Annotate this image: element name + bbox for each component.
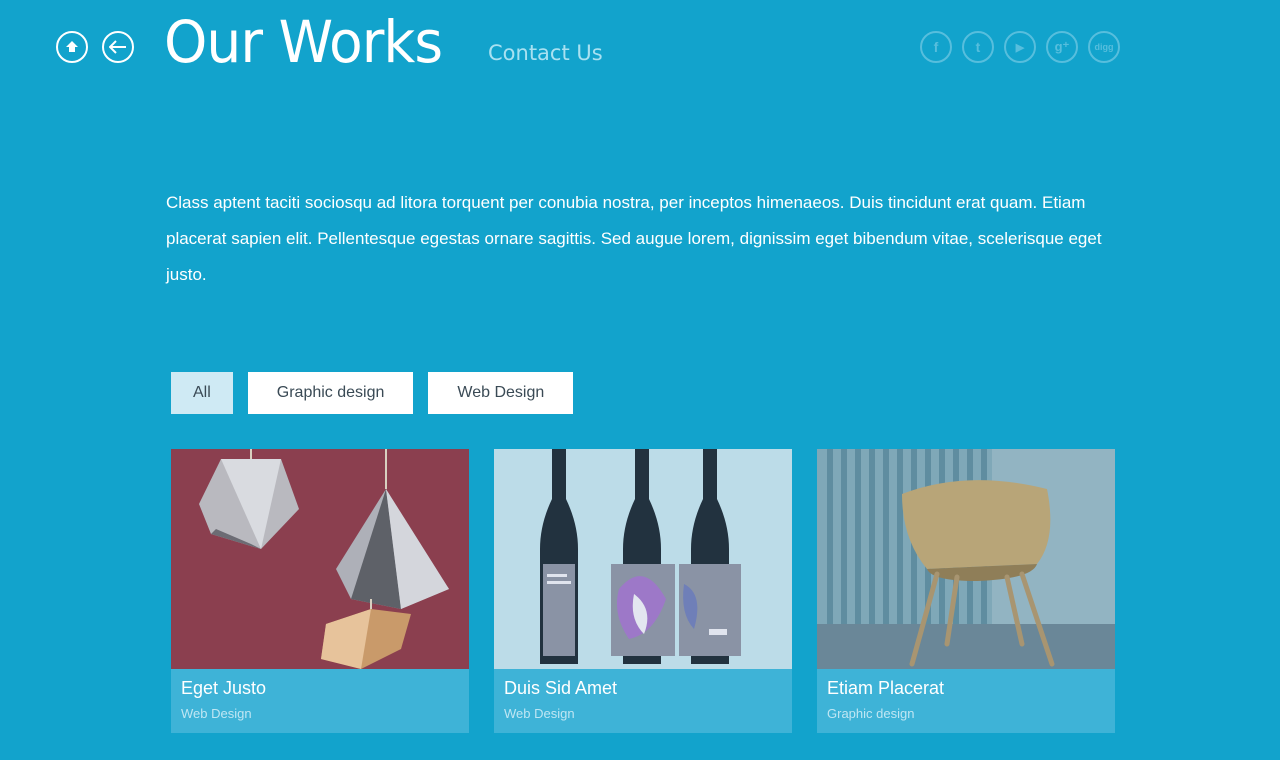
portfolio-filters: All Graphic design Web Design	[171, 372, 574, 414]
work-caption: Duis Sid Amet Web Design	[494, 669, 792, 733]
social-links: f t ▶ g⁺ digg	[920, 31, 1120, 63]
filter-web-design-button[interactable]: Web Design	[428, 372, 574, 414]
home-button[interactable]	[56, 31, 88, 63]
facebook-icon[interactable]: f	[920, 31, 952, 63]
work-title: Eget Justo	[181, 678, 267, 698]
work-card-etiam-placerat[interactable]: Etiam Placerat Graphic design	[817, 449, 1115, 733]
work-category: Web Design	[181, 706, 252, 721]
work-thumbnail	[817, 449, 1115, 669]
google-plus-icon[interactable]: g⁺	[1046, 31, 1078, 63]
work-caption: Etiam Placerat Graphic design	[817, 669, 1115, 733]
work-category: Web Design	[504, 706, 575, 721]
work-thumbnail	[494, 449, 792, 669]
filter-all-button[interactable]: All	[171, 372, 233, 414]
work-title: Duis Sid Amet	[504, 678, 618, 698]
work-title: Etiam Placerat	[827, 678, 945, 698]
back-button[interactable]	[102, 31, 134, 63]
work-card-duis-sid-amet[interactable]: Duis Sid Amet Web Design	[494, 449, 792, 733]
work-thumbnail	[171, 449, 469, 669]
twitter-icon[interactable]: t	[962, 31, 994, 63]
back-arrow-icon	[109, 40, 126, 54]
contact-us-link[interactable]: Contact Us	[488, 38, 603, 68]
digg-icon[interactable]: digg	[1088, 31, 1120, 63]
work-category: Graphic design	[827, 706, 915, 721]
filter-graphic-design-button[interactable]: Graphic design	[247, 372, 414, 414]
intro-text: Class aptent taciti sociosqu ad litora t…	[166, 193, 1102, 284]
work-card-eget-justo[interactable]: Eget Justo Web Design	[171, 449, 469, 733]
works-grid: Eget Justo Web Design Duis Sid Amet Web …	[171, 449, 1115, 733]
home-icon	[66, 41, 78, 52]
work-caption: Eget Justo Web Design	[171, 669, 469, 733]
page-title: Our Works	[164, 8, 443, 76]
youtube-icon[interactable]: ▶	[1004, 31, 1036, 63]
